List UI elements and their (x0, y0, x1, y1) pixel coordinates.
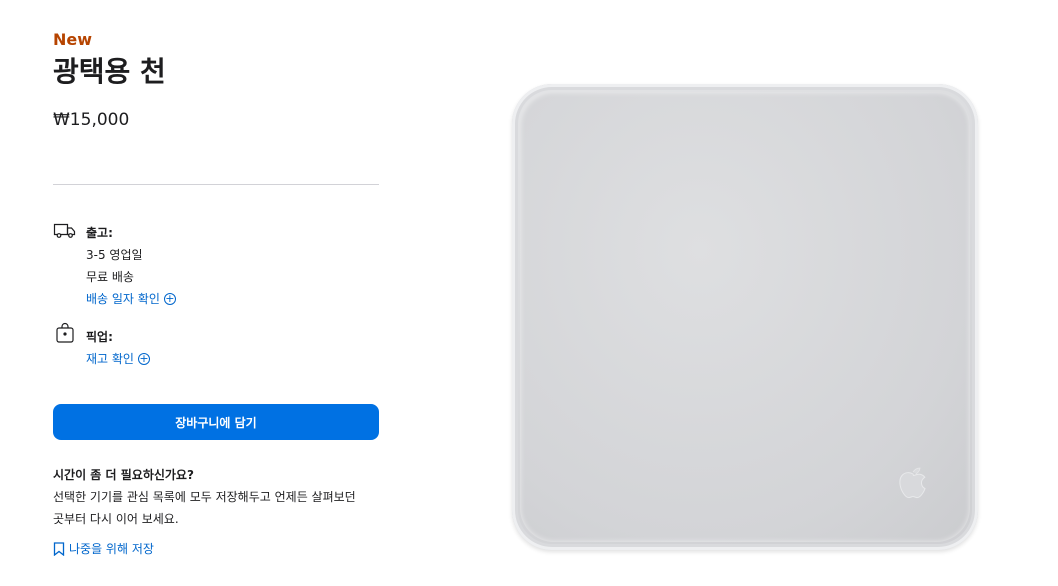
pickup-label: 픽업: (86, 330, 113, 344)
help-text-line1: 선택한 기기를 관심 목록에 모두 저장해두고 언제든 살펴보던 (53, 490, 356, 504)
new-badge: New (53, 30, 93, 49)
shipping-free: 무료 배송 (86, 270, 134, 284)
add-to-bag-button[interactable]: 장바구니에 담기 (53, 404, 379, 440)
shopping-bag-icon (56, 322, 74, 343)
product-price: ₩15,000 (53, 110, 130, 130)
shipping-label: 출고: (86, 226, 113, 240)
stock-check-link[interactable]: 재고 확인 + (86, 350, 150, 367)
delivery-date-link-label: 배송 일자 확인 (86, 292, 160, 306)
save-for-later-label: 나중을 위해 저장 (69, 542, 154, 556)
shipping-days: 3-5 영업일 (86, 248, 143, 262)
save-for-later-link[interactable]: 나중을 위해 저장 (53, 540, 154, 557)
product-title: 광택용 천 (53, 55, 166, 88)
bookmark-icon (53, 541, 65, 556)
divider (53, 184, 379, 185)
plus-circle-icon: + (137, 352, 150, 365)
stock-check-link-label: 재고 확인 (86, 352, 134, 366)
product-image (512, 84, 978, 550)
help-title: 시간이 좀 더 필요하신가요? (53, 468, 194, 482)
help-text: 선택한 기기를 관심 목록에 모두 저장해두고 언제든 살펴보던 곳부터 다시 … (53, 486, 379, 530)
help-text-line2: 곳부터 다시 이어 보세요. (53, 512, 179, 526)
apple-logo-icon (899, 467, 926, 499)
plus-circle-icon: + (163, 292, 176, 305)
truck-icon (53, 223, 76, 238)
delivery-date-link[interactable]: 배송 일자 확인 + (86, 290, 176, 307)
